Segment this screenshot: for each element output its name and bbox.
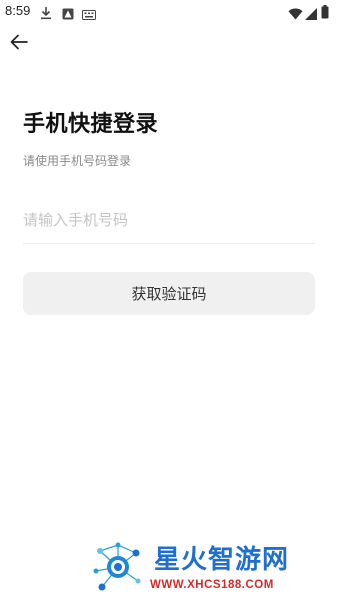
watermark-logo-icon bbox=[88, 537, 148, 601]
back-button[interactable] bbox=[6, 31, 32, 57]
status-bar: 8:59 bbox=[0, 0, 337, 24]
page-subtitle: 请使用手机号码登录 bbox=[23, 154, 132, 168]
arrow-left-icon bbox=[10, 34, 28, 54]
watermark: 星火智游网 WWW.XHCS188.COM bbox=[88, 535, 337, 600]
phone-number-input[interactable] bbox=[23, 205, 315, 235]
watermark-url: WWW.XHCS188.COM bbox=[150, 579, 274, 591]
status-time: 8:59 bbox=[5, 3, 31, 18]
get-verification-code-button[interactable]: 获取验证码 bbox=[23, 272, 315, 315]
warning-icon bbox=[62, 5, 74, 24]
page-title: 手机快捷登录 bbox=[23, 112, 159, 137]
battery-icon bbox=[321, 4, 329, 23]
signal-icon bbox=[305, 5, 317, 24]
download-icon bbox=[40, 5, 52, 24]
wifi-icon bbox=[288, 5, 303, 24]
keyboard-icon bbox=[82, 5, 96, 24]
phone-field-container bbox=[23, 205, 315, 244]
watermark-name: 星火智游网 bbox=[154, 545, 290, 575]
